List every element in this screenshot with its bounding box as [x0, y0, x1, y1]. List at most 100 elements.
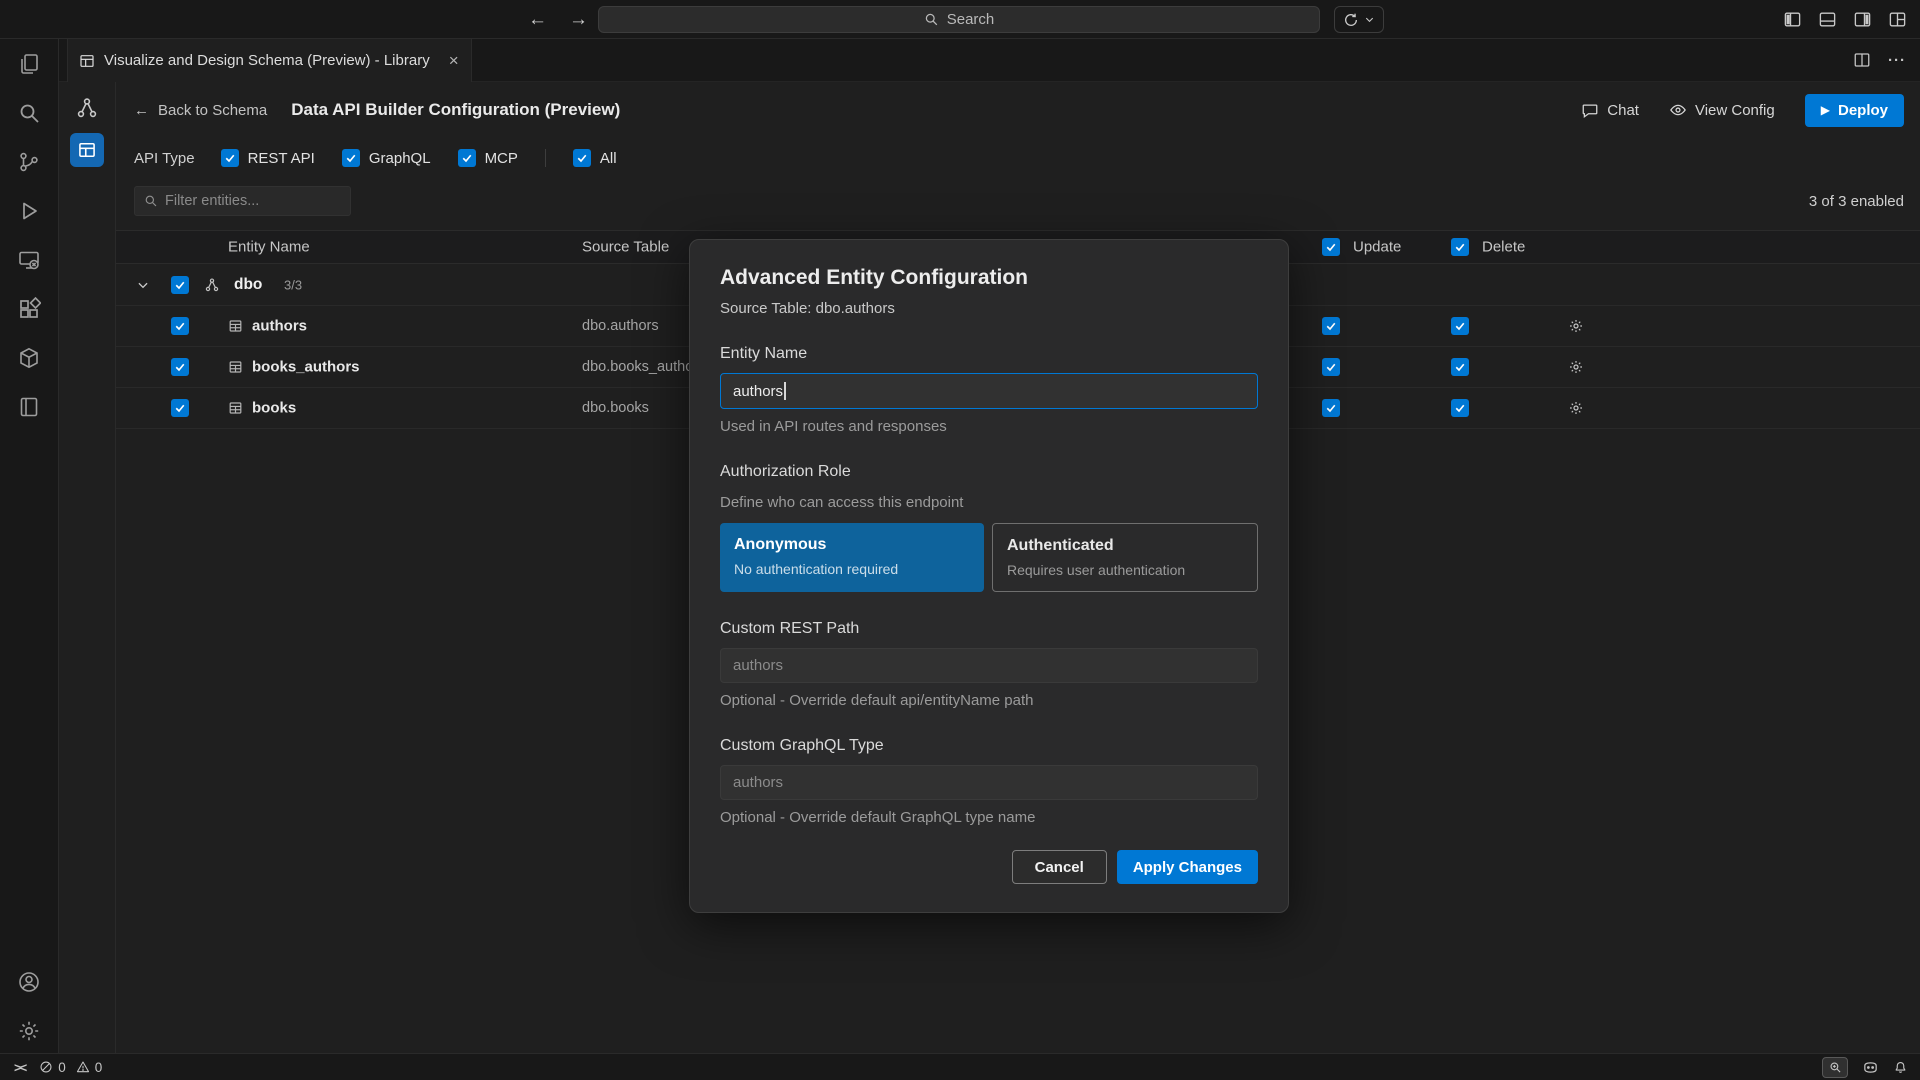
page-header: ← Back to Schema Data API Builder Config…: [116, 82, 1920, 138]
zoom-icon: [1829, 1061, 1842, 1074]
custom-rest-path-input[interactable]: [720, 648, 1258, 683]
entity-name-label: Entity Name: [720, 345, 1258, 363]
group-count: 3/3: [284, 277, 302, 292]
forward-arrow-icon[interactable]: →: [569, 10, 588, 29]
view-config-button[interactable]: View Config: [1669, 101, 1775, 119]
chevron-down-icon[interactable]: [136, 278, 150, 292]
editor-actions: ···: [1853, 39, 1906, 81]
delete-checkbox[interactable]: [1451, 358, 1469, 376]
more-actions-icon[interactable]: ···: [1888, 52, 1906, 69]
search-icon: [924, 12, 939, 27]
row-checkbox[interactable]: [171, 358, 189, 376]
anonymous-option[interactable]: Anonymous No authentication required: [720, 523, 984, 592]
filter-entities-field[interactable]: [134, 186, 351, 216]
cancel-button[interactable]: Cancel: [1012, 850, 1107, 884]
update-checkbox[interactable]: [1322, 399, 1340, 417]
account-icon[interactable]: [17, 970, 41, 994]
rest-api-checkbox[interactable]: [221, 149, 239, 167]
play-icon: ▶: [1821, 103, 1830, 117]
update-checkbox[interactable]: [1322, 358, 1340, 376]
custom-rest-path-help: Optional - Override default api/entityNa…: [720, 692, 1258, 709]
titlebar: ← → Search: [0, 0, 1920, 39]
group-checkbox[interactable]: [171, 276, 189, 294]
dialog-source-table: Source Table: dbo.authors: [720, 300, 1258, 317]
layout-panel-icon[interactable]: [1818, 10, 1837, 29]
copilot-icon[interactable]: [1862, 1059, 1879, 1076]
apply-changes-button[interactable]: Apply Changes: [1117, 850, 1258, 884]
authorization-role-label: Authorization Role: [720, 463, 1258, 481]
database-projects-icon[interactable]: [17, 346, 41, 370]
entity-name-input[interactable]: authors: [720, 373, 1258, 409]
source-table: dbo.books_authors: [582, 359, 705, 375]
schema-icon: [204, 277, 220, 293]
explorer-icon[interactable]: [17, 52, 41, 76]
entity-name: books_authors: [252, 359, 360, 376]
authenticated-option[interactable]: Authenticated Requires user authenticati…: [992, 523, 1258, 592]
library-view-icon[interactable]: [17, 395, 41, 419]
status-bar: >< 0 0: [0, 1053, 1920, 1080]
schema-tab-icon: [79, 53, 95, 69]
delete-checkbox[interactable]: [1451, 399, 1469, 417]
remote-indicator-icon[interactable]: ><: [14, 1060, 25, 1075]
deploy-button[interactable]: ▶ Deploy: [1805, 94, 1904, 127]
split-editor-icon[interactable]: [1853, 51, 1871, 69]
chat-label: Chat: [1607, 102, 1639, 119]
filter-graphql[interactable]: GraphQL: [342, 149, 431, 167]
activity-bar: [0, 39, 59, 1053]
entity-name-help: Used in API routes and responses: [720, 418, 1258, 435]
col-entity-name: Entity Name: [228, 239, 310, 256]
authenticated-desc: Requires user authentication: [1007, 562, 1243, 578]
layout-sidebar-right-icon[interactable]: [1853, 10, 1872, 29]
errors-icon: [39, 1060, 53, 1074]
zoom-indicator[interactable]: [1822, 1057, 1848, 1078]
custom-graphql-type-help: Optional - Override default GraphQL type…: [720, 809, 1258, 826]
delete-checkbox[interactable]: [1451, 317, 1469, 335]
row-checkbox[interactable]: [171, 317, 189, 335]
table-icon: [228, 401, 243, 416]
all-checkbox[interactable]: [573, 149, 591, 167]
custom-graphql-type-label: Custom GraphQL Type: [720, 737, 1258, 755]
filter-mcp[interactable]: MCP: [458, 149, 518, 167]
tab-bar: Visualize and Design Schema (Preview) - …: [59, 39, 1920, 82]
row-settings-gear-icon[interactable]: [1568, 318, 1584, 334]
warnings-count: 0: [95, 1060, 103, 1075]
authorization-role-options: Anonymous No authentication required Aut…: [720, 523, 1258, 592]
back-to-schema-button[interactable]: ← Back to Schema: [134, 102, 267, 119]
close-icon[interactable]: ×: [449, 51, 459, 71]
command-search-box[interactable]: Search: [598, 6, 1320, 33]
row-settings-gear-icon[interactable]: [1568, 400, 1584, 416]
authorization-role-help: Define who can access this endpoint: [720, 494, 1258, 511]
update-checkbox[interactable]: [1322, 317, 1340, 335]
back-label: Back to Schema: [158, 102, 267, 119]
api-builder-icon[interactable]: [70, 133, 104, 167]
extensions-icon[interactable]: [17, 297, 41, 321]
problems-indicator[interactable]: 0 0: [39, 1060, 102, 1075]
filter-divider: [545, 149, 546, 167]
layout-sidebar-left-icon[interactable]: [1783, 10, 1802, 29]
graphql-checkbox[interactable]: [342, 149, 360, 167]
filter-all[interactable]: All: [573, 149, 617, 167]
schema-designer-icon[interactable]: [75, 96, 99, 120]
run-debug-icon[interactable]: [17, 199, 41, 223]
row-settings-gear-icon[interactable]: [1568, 359, 1584, 375]
filter-entities-input[interactable]: [165, 193, 341, 209]
designer-toolbar: [59, 82, 116, 1053]
settings-gear-icon[interactable]: [17, 1019, 41, 1043]
back-arrow-icon[interactable]: ←: [528, 10, 547, 29]
source-control-icon[interactable]: [17, 150, 41, 174]
delete-all-checkbox[interactable]: [1451, 238, 1469, 256]
tab-visualize-design-schema[interactable]: Visualize and Design Schema (Preview) - …: [67, 39, 472, 82]
filter-rest-api[interactable]: REST API: [221, 149, 315, 167]
mcp-checkbox[interactable]: [458, 149, 476, 167]
copilot-session-button[interactable]: [1334, 6, 1384, 33]
dialog-footer: Cancel Apply Changes: [720, 850, 1258, 884]
custom-graphql-type-input[interactable]: [720, 765, 1258, 800]
chat-button[interactable]: Chat: [1581, 101, 1639, 119]
notifications-bell-icon[interactable]: [1893, 1060, 1908, 1075]
update-all-checkbox[interactable]: [1322, 238, 1340, 256]
row-checkbox[interactable]: [171, 399, 189, 417]
customize-layout-icon[interactable]: [1888, 10, 1907, 29]
eye-icon: [1669, 101, 1687, 119]
search-view-icon[interactable]: [17, 101, 41, 125]
server-disconnected-icon[interactable]: [17, 248, 41, 272]
